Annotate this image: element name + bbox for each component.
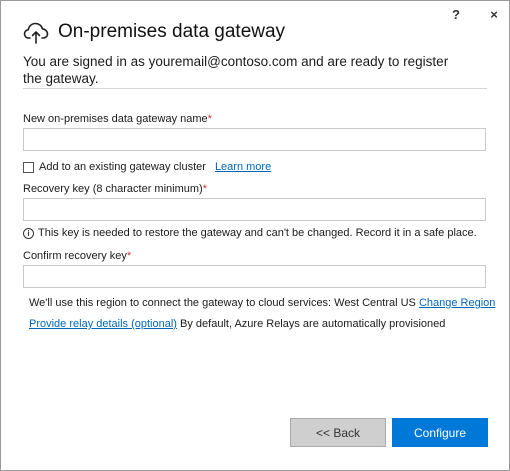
gateway-name-label-text: New on-premises data gateway name [23, 113, 208, 125]
help-button[interactable]: ? [449, 6, 463, 22]
configure-button-label: Configure [413, 425, 467, 440]
dialog-header: On-premises data gateway [23, 19, 285, 45]
existing-cluster-label: Add to an existing gateway cluster [39, 161, 206, 173]
required-marker: * [126, 250, 132, 262]
confirm-recovery-key-label: Confirm recovery key* [23, 250, 131, 262]
close-button[interactable]: × [487, 6, 501, 22]
existing-cluster-checkbox[interactable] [23, 161, 34, 173]
signed-in-message: You are signed in as youremail@contoso.c… [23, 54, 449, 86]
region-text: We'll use this region to connect the gat… [29, 297, 416, 309]
confirm-recovery-key-input[interactable] [23, 265, 486, 288]
header-divider [23, 88, 487, 89]
required-marker: * [202, 183, 207, 195]
window-controls: ? × [449, 6, 501, 22]
relay-text: By default, Azure Relays are automatical… [180, 318, 446, 330]
dialog-title: On-premises data gateway [58, 21, 286, 42]
help-icon: ? [452, 6, 460, 22]
recovery-key-info-text: This key is needed to restore the gatewa… [38, 227, 477, 239]
existing-cluster-row: Add to an existing gateway cluster Learn… [23, 161, 271, 173]
close-icon: × [490, 6, 498, 22]
recovery-key-label: Recovery key (8 character minimum)* [23, 183, 207, 195]
info-icon: i [23, 227, 34, 239]
relay-info: Provide relay details (optional) By defa… [29, 318, 445, 330]
change-region-link[interactable]: Change Region [419, 297, 495, 309]
relay-details-link[interactable]: Provide relay details (optional) [29, 318, 177, 330]
recovery-key-input[interactable] [23, 198, 486, 221]
gateway-name-input[interactable] [23, 128, 486, 151]
recovery-key-label-text: Recovery key (8 character minimum) [23, 183, 203, 195]
cloud-upload-icon [23, 22, 49, 44]
back-button[interactable]: << Back [290, 418, 386, 447]
recovery-key-info: i This key is needed to restore the gate… [23, 227, 477, 239]
back-button-label: << Back [315, 425, 361, 440]
required-marker: * [207, 113, 212, 125]
learn-more-link[interactable]: Learn more [215, 161, 271, 173]
gateway-name-label: New on-premises data gateway name* [23, 113, 212, 125]
region-info: We'll use this region to connect the gat… [29, 297, 495, 309]
confirm-recovery-key-label-text: Confirm recovery key [23, 250, 127, 262]
configure-button[interactable]: Configure [392, 418, 488, 447]
gateway-dialog: ? × On-premises data gateway You are sig… [0, 0, 510, 471]
